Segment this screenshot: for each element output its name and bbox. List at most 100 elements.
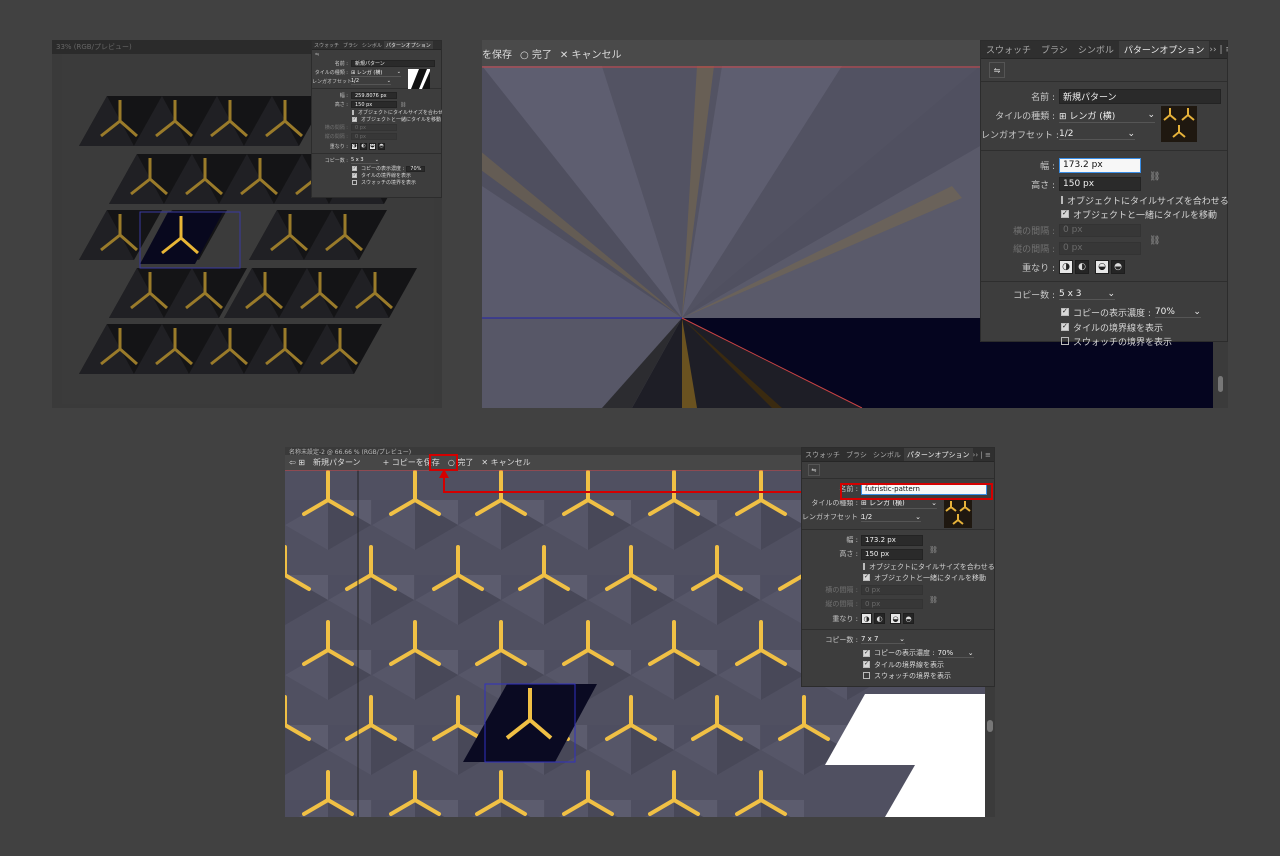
right-front-icon[interactable]: ◐	[1075, 260, 1089, 274]
tab-brushes[interactable]: ブラシ	[1036, 43, 1073, 56]
swatch-bounds-checkbox[interactable]	[1061, 337, 1069, 345]
scrollbar-thumb[interactable]	[1218, 376, 1223, 392]
width-input[interactable]: 173.2 px	[1059, 157, 1141, 173]
left-front-icon[interactable]: ◑	[351, 142, 358, 150]
v-spacing-input: 0 px	[351, 133, 397, 140]
chevron-down-icon: ⌄	[915, 512, 921, 521]
cancel-button[interactable]: ✕ キャンセル	[560, 46, 622, 61]
tab-brushes[interactable]: ブラシ	[843, 450, 870, 460]
move-tile-checkbox[interactable]	[863, 573, 870, 581]
tile-edge-label: タイルの境界線を表示	[361, 173, 412, 179]
brick-offset-select[interactable]: 1/2 ⌄	[351, 78, 391, 85]
move-tile-checkbox[interactable]	[352, 116, 357, 122]
width-input[interactable]: 173.2 px	[861, 534, 923, 546]
brick-offset-select[interactable]: 1/2 ⌄	[861, 513, 921, 522]
top-front-icon[interactable]: ◒	[369, 142, 376, 150]
tile-edge-row: タイルの境界線を表示	[802, 659, 994, 670]
name-row: 名前 : 新規パターン	[981, 86, 1227, 106]
pattern-edit-icon[interactable]: ⇦ ⊞	[289, 458, 305, 467]
name-input[interactable]: 新規パターン	[1059, 88, 1221, 104]
fit-tile-checkbox[interactable]	[1061, 196, 1063, 204]
tab-brushes[interactable]: ブラシ	[341, 42, 360, 49]
copies-select[interactable]: 5 x 3 ⌄	[351, 157, 379, 164]
link-icon[interactable]: ⛓	[400, 102, 406, 108]
move-tile-checkbox[interactable]	[1061, 209, 1069, 218]
tile-edit-icon[interactable]: ⇋	[315, 52, 319, 58]
dim-copies-value[interactable]: 70%	[406, 165, 426, 172]
tab-pattern-options[interactable]: パターンオプション	[1118, 41, 1210, 58]
fit-tile-label: オブジェクトにタイルサイズを合わせる	[869, 562, 995, 571]
tile-edge-checkbox[interactable]	[352, 172, 357, 178]
bottom-front-icon[interactable]: ◓	[1111, 260, 1125, 274]
tile-type-label: タイルの種類 :	[995, 112, 1055, 122]
brick-offset-value: 1/2	[861, 512, 873, 521]
name-label: 名前 :	[1031, 92, 1055, 103]
brick-offset-label: レンガオフセット :	[802, 513, 863, 521]
bottom-front-icon[interactable]: ◓	[903, 613, 914, 624]
tab-pattern-options[interactable]: パターンオプション	[383, 41, 433, 49]
copies-select[interactable]: 7 x 7 ⌄	[861, 635, 905, 644]
screenshot-rename-pattern: 名称未設定-2 @ 66.66 % (RGB/プレビュー) ⇦ ⊞ 新規パターン…	[285, 447, 995, 817]
width-label: 幅 :	[846, 536, 858, 544]
tab-swatches[interactable]: スウォッチ	[981, 43, 1036, 56]
height-input[interactable]: 150 px	[351, 101, 397, 108]
width-label: 幅 :	[339, 93, 348, 99]
pattern-edit-toolbar: を保存 ○ 完了 ✕ キャンセル	[482, 40, 982, 66]
tab-swatches[interactable]: スウォッチ	[312, 42, 341, 49]
tile-edit-icon[interactable]: ⇋	[808, 464, 820, 476]
move-tile-label: オブジェクトと一緒にタイルを移動	[874, 573, 986, 582]
copies-select[interactable]: 5 x 3 ⌄	[1059, 289, 1115, 300]
tile-type-select[interactable]: ⊞ レンガ (横) ⌄	[351, 69, 401, 77]
right-front-icon[interactable]: ◐	[874, 613, 885, 624]
dim-copies-checkbox[interactable]	[1061, 307, 1069, 316]
name-input[interactable]: 新規パターン	[351, 60, 435, 67]
tile-edit-icon[interactable]: ⇋	[989, 62, 1005, 78]
top-front-icon[interactable]: ◒	[1095, 260, 1109, 274]
top-front-icon[interactable]: ◒	[890, 613, 901, 624]
left-front-icon[interactable]: ◑	[861, 613, 872, 624]
tile-type-select[interactable]: ⊞ レンガ (横) ⌄	[1059, 109, 1155, 123]
swatch-bounds-checkbox[interactable]	[863, 672, 870, 679]
tab-symbols[interactable]: シンボル	[1073, 43, 1119, 56]
scrollbar-thumb[interactable]	[987, 720, 993, 732]
tab-symbols[interactable]: シンボル	[870, 450, 904, 460]
height-input[interactable]: 150 px	[861, 548, 923, 560]
overlap-buttons: ◑ ◐ ◒ ◓	[351, 142, 387, 150]
swatch-bounds-checkbox[interactable]	[352, 180, 357, 185]
width-input[interactable]: 259.8076 px	[351, 92, 397, 99]
panel-menu-icon[interactable]: ›› | ≡	[973, 451, 995, 459]
tab-swatches[interactable]: スウォッチ	[802, 450, 843, 460]
dim-copies-checkbox[interactable]	[352, 165, 357, 171]
h-spacing-label: 横の間隔 :	[1013, 226, 1055, 237]
pattern-preview-swatch	[1161, 106, 1197, 142]
right-front-icon[interactable]: ◐	[360, 142, 367, 150]
bottom-front-icon[interactable]: ◓	[378, 142, 385, 150]
fit-tile-row: オブジェクトにタイルサイズを合わせる	[312, 109, 442, 116]
dim-copies-select[interactable]: 70% ⌄	[937, 649, 974, 658]
screenshot-pattern-overview: 33% (RGB/プレビュー) スウォッチ ブラシ シンボル パターンオプション…	[52, 40, 442, 408]
dim-copies-select[interactable]: 70% ⌄	[1154, 307, 1201, 318]
move-tile-row: オブジェクトと一緒にタイルを移動	[312, 116, 441, 123]
overlap-buttons: ◑ ◐ ◒ ◓	[861, 613, 916, 624]
v-spacing-row: 縦の間隔 : 0 px ⛓	[802, 596, 994, 611]
tab-symbols[interactable]: シンボル	[360, 42, 384, 49]
fit-tile-checkbox[interactable]	[352, 110, 354, 115]
height-input[interactable]: 150 px	[1059, 177, 1141, 191]
h-spacing-row: 横の間隔 : 0 px	[802, 583, 994, 597]
tile-edge-checkbox[interactable]	[1061, 322, 1069, 331]
tab-pattern-options[interactable]: パターンオプション	[903, 448, 973, 461]
save-copy-button[interactable]: を保存	[482, 46, 512, 61]
dim-copies-checkbox[interactable]	[863, 649, 870, 657]
link-icon[interactable]: ⛓	[1149, 172, 1160, 182]
done-button[interactable]: ○ 完了	[520, 46, 552, 61]
link-icon[interactable]: ⛓	[929, 546, 938, 554]
cancel-button[interactable]: ✕ キャンセル	[481, 457, 530, 468]
link-icon[interactable]: ⛓	[929, 596, 938, 604]
overlap-label: 重なり :	[832, 614, 858, 623]
panel-menu-icon[interactable]: ›› | ≡	[1209, 45, 1228, 55]
fit-tile-checkbox[interactable]	[863, 563, 865, 570]
tile-edge-checkbox[interactable]	[863, 660, 870, 668]
left-front-icon[interactable]: ◑	[1059, 260, 1073, 274]
brick-offset-select[interactable]: 1/2 ⌄	[1059, 129, 1135, 140]
link-icon[interactable]: ⛓	[1149, 236, 1160, 246]
